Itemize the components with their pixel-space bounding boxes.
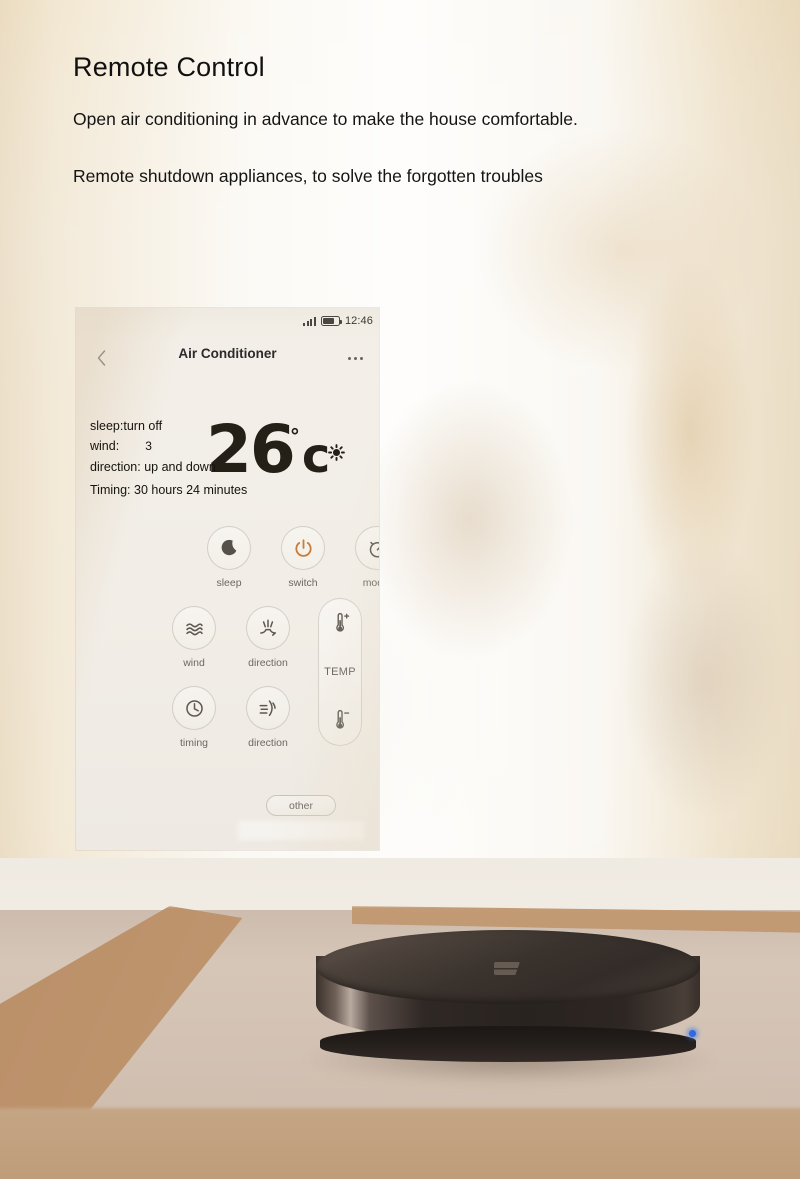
control-direction-vertical-label: direction: [248, 657, 288, 669]
control-switch-label: switch: [288, 577, 318, 589]
readout-wind: wind: 3: [90, 438, 247, 453]
more-options-button[interactable]: [339, 344, 371, 372]
app-title: Air Conditioner: [178, 346, 277, 361]
control-timing-circle[interactable]: [172, 686, 216, 730]
temperature-unit: c: [301, 428, 330, 484]
control-direction-vertical-circle[interactable]: [246, 606, 290, 650]
wind-waves-icon: [184, 618, 205, 639]
control-model[interactable]: model: [348, 526, 379, 589]
control-direction-horizontal-circle[interactable]: [246, 686, 290, 730]
mode-indicator: [328, 444, 345, 461]
sun-icon: [328, 444, 345, 461]
temp-stepper[interactable]: TEMP: [318, 598, 362, 746]
panel-bottom-glow: [238, 821, 364, 840]
control-model-circle[interactable]: [355, 526, 379, 570]
control-wind-label: wind: [183, 657, 205, 669]
temp-decrease-button[interactable]: [331, 709, 350, 732]
power-icon: [293, 538, 314, 559]
clock-icon: [184, 698, 205, 719]
status-led-icon: [689, 1030, 696, 1037]
control-sleep-label: sleep: [216, 577, 242, 589]
phone-app-screenshot: 12:46 Air Conditioner 26°c sleep:turn of…: [76, 308, 379, 850]
status-readout: 26°c sleep:turn off wind: 3 direction: up…: [76, 413, 379, 513]
control-timing-label: timing: [179, 737, 208, 749]
battery-icon: [320, 316, 342, 326]
control-switch-circle[interactable]: [281, 526, 325, 570]
control-grid: sleep switch model: [76, 526, 379, 798]
thermometer-minus-icon: [331, 709, 350, 732]
moon-icon: [221, 539, 237, 556]
subtitle-line-2: Remote shutdown appliances, to solve the…: [73, 166, 543, 186]
timer-icon: [367, 538, 380, 559]
photo-table-front: [0, 1108, 800, 1179]
signal-bars-icon: [303, 316, 316, 326]
readout-lines: sleep:turn off wind: 3 direction: up and …: [90, 420, 247, 496]
control-switch[interactable]: switch: [274, 526, 332, 589]
control-wind-circle[interactable]: [172, 606, 216, 650]
temp-stepper-label: TEMP: [324, 666, 356, 678]
status-clock: 12:46: [344, 315, 373, 327]
thermometer-plus-icon: [331, 612, 350, 635]
degree-symbol: °: [289, 424, 300, 448]
readout-wind-value: 3: [145, 438, 152, 453]
readout-timing: Timing: 30 hours 24 minutes: [90, 482, 248, 497]
control-timing[interactable]: timing: [165, 686, 223, 749]
more-dots-icon: [347, 356, 351, 360]
control-sleep-circle[interactable]: [207, 526, 251, 570]
control-direction-horizontal[interactable]: direction: [239, 686, 297, 749]
readout-sleep: sleep:turn off: [90, 419, 163, 433]
airflow-horizontal-icon: [257, 697, 279, 719]
subtitle-line-1: Open air conditioning in advance to make…: [73, 109, 578, 129]
status-bar: 12:46: [303, 312, 373, 330]
control-direction-horizontal-label: direction: [248, 737, 288, 749]
readout-wind-label: wind:: [90, 438, 120, 453]
other-button-label: other: [289, 799, 313, 812]
readout-direction: direction: up and down: [90, 460, 216, 474]
temp-increase-button[interactable]: [331, 612, 350, 635]
control-wind[interactable]: wind: [165, 606, 223, 669]
control-sleep[interactable]: sleep: [200, 526, 258, 589]
page-title: Remote Control: [73, 52, 265, 82]
control-model-label: model: [362, 577, 379, 589]
app-nav-bar: Air Conditioner: [76, 338, 379, 380]
other-button[interactable]: other: [266, 795, 336, 816]
device-base: [320, 1026, 696, 1062]
ir-remote-device: [316, 930, 700, 1065]
control-direction-vertical[interactable]: direction: [239, 606, 297, 669]
airflow-vertical-icon: [257, 617, 279, 639]
